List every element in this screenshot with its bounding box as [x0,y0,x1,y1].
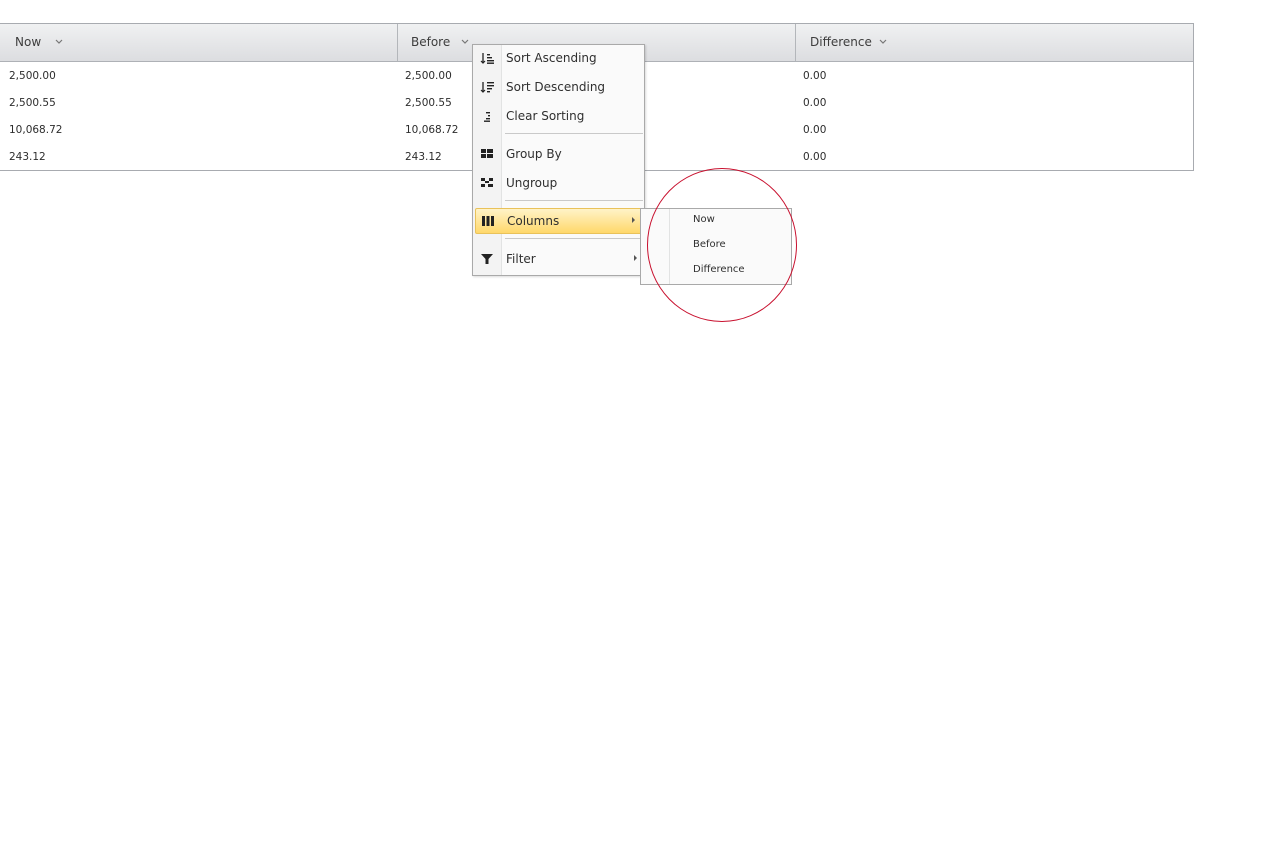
menu-item-clear-sorting[interactable]: Clear Sorting [474,103,643,129]
menu-item-ungroup[interactable]: Ungroup [474,170,643,196]
menu-separator [505,133,643,134]
menu-item-columns[interactable]: Columns [475,208,642,234]
clear-sorting-icon [484,112,490,122]
sort-descending-icon [480,82,494,93]
submenu-item-label: Before [693,239,726,250]
submenu-arrow-icon [632,217,635,223]
chevron-down-icon[interactable] [878,37,888,47]
columns-submenu: Now Before Difference [640,208,792,285]
menu-item-label: Group By [506,147,562,161]
menu-separator [505,238,643,239]
submenu-arrow-icon [634,255,637,261]
submenu-item-label: Now [693,214,715,225]
submenu-item-label: Difference [693,264,745,275]
menu-item-label: Clear Sorting [506,109,585,123]
cell-difference: 0.00 [803,124,827,136]
menu-item-sort-ascending[interactable]: Sort Ascending [474,45,643,71]
menu-item-label: Columns [507,214,560,228]
column-header-label: Before [411,35,451,49]
cell-now: 2,500.00 [9,70,56,82]
sort-ascending-icon [480,53,494,64]
submenu-item-before[interactable]: Before [642,234,790,258]
menu-item-sort-descending[interactable]: Sort Descending [474,74,643,100]
column-context-menu: Sort Ascending Sort Descending Clear Sor… [472,44,645,276]
columns-icon [482,216,494,226]
cell-now: 243.12 [9,151,46,163]
chevron-down-icon[interactable] [54,37,64,47]
group-by-icon [481,149,493,158]
column-header-label: Now [15,35,42,49]
column-header-now[interactable]: Now [0,24,398,61]
submenu-item-difference[interactable]: Difference [642,259,790,283]
menu-item-label: Sort Descending [506,80,606,94]
cell-before: 2,500.00 [405,70,452,82]
submenu-item-now[interactable]: Now [642,209,790,233]
chevron-down-icon[interactable] [460,37,470,47]
filter-icon [481,254,493,264]
cell-difference: 0.00 [803,70,827,82]
ungroup-icon [481,178,493,187]
cell-before: 2,500.55 [405,97,452,109]
menu-item-label: Sort Ascending [506,51,597,65]
cell-difference: 0.00 [803,151,827,163]
cell-difference: 0.00 [803,97,827,109]
menu-separator [505,200,643,201]
cell-before: 243.12 [405,151,442,163]
cell-now: 2,500.55 [9,97,56,109]
menu-item-filter[interactable]: Filter [474,246,643,272]
menu-item-label: Filter [506,252,536,266]
cell-before: 10,068.72 [405,124,459,136]
cell-now: 10,068.72 [9,124,63,136]
column-header-label: Difference [810,35,872,49]
column-header-difference[interactable]: Difference [796,24,1193,61]
menu-item-group-by[interactable]: Group By [474,141,643,167]
menu-item-label: Ungroup [506,176,558,190]
